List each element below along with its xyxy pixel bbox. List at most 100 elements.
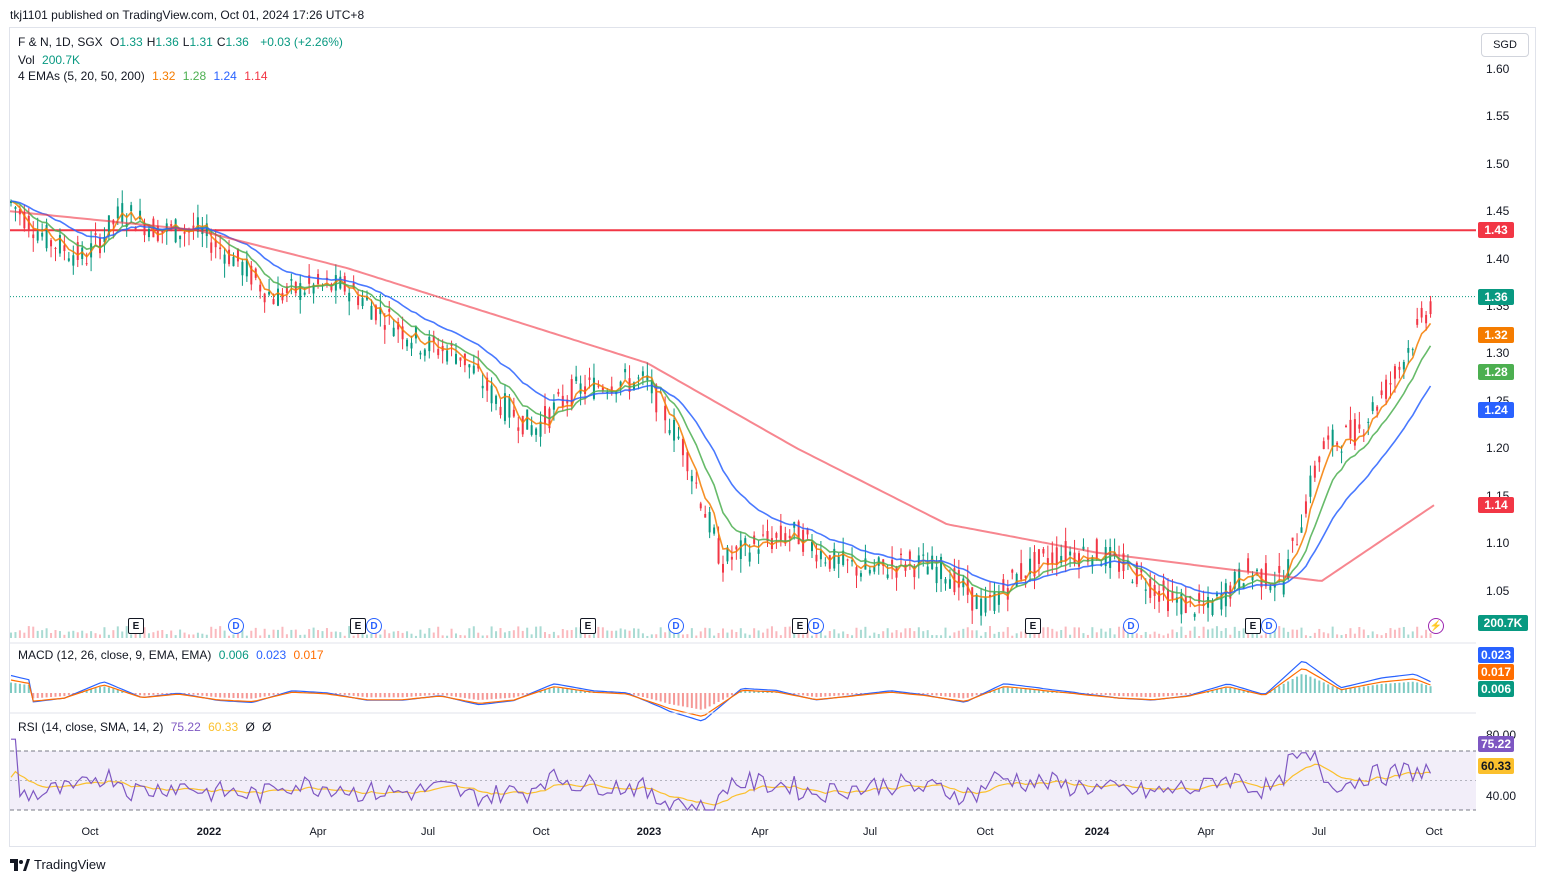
macd-hist-bar — [232, 693, 235, 698]
volume-bar — [294, 629, 297, 638]
volume-bar — [873, 632, 876, 638]
macd-hist-bar — [668, 693, 671, 705]
candle-body — [957, 570, 960, 588]
volume-bar — [90, 631, 93, 638]
volume-bar — [1015, 633, 1018, 638]
volume-bar — [544, 632, 546, 638]
earnings-marker: E — [1245, 618, 1261, 634]
macd-hist-bar — [41, 693, 44, 698]
x-tick-label: Oct — [81, 826, 99, 838]
candle-body — [455, 353, 457, 364]
macd-hist-bar — [392, 693, 395, 698]
macd-hist-bar — [10, 682, 12, 693]
macd-hist-bar — [18, 683, 21, 693]
volume-bar — [414, 635, 417, 638]
volume-badge: 200.7K — [1478, 615, 1528, 631]
price-badge: 1.24 — [1478, 402, 1514, 419]
macd-hist-bar — [277, 693, 279, 695]
volume-bar — [281, 626, 284, 638]
volume-bar — [1171, 629, 1174, 638]
macd-hist-bar — [23, 684, 26, 693]
volume-bar — [1327, 633, 1330, 638]
macd-hist-bar — [263, 693, 266, 697]
volume-bar — [1296, 629, 1299, 638]
tradingview-brand[interactable]: TradingView — [10, 857, 106, 872]
volume-bar — [1002, 631, 1005, 638]
volume-bar — [975, 630, 978, 638]
volume-bar — [259, 635, 262, 638]
volume-bar — [1167, 633, 1169, 638]
volume-bar — [521, 630, 524, 638]
candle-body — [290, 279, 293, 281]
macd-hist-bar — [1162, 693, 1165, 697]
candle-body — [935, 566, 938, 584]
candle-body — [1095, 539, 1098, 559]
macd-hist-bar — [379, 693, 382, 698]
volume-bar — [1086, 634, 1089, 638]
candle-body — [886, 574, 889, 578]
volume-bar — [717, 632, 720, 638]
volume-bar — [1340, 635, 1343, 638]
macd-hist-bar — [681, 693, 684, 707]
volume-bar — [539, 626, 542, 638]
candle-body — [1211, 601, 1214, 615]
macd-hist-bar — [268, 693, 271, 696]
candle-body — [1131, 581, 1134, 583]
candle-body — [788, 535, 791, 539]
y-tick-label: 1.05 — [1486, 583, 1510, 598]
volume-bar — [922, 631, 925, 638]
candle-body — [1416, 319, 1419, 325]
candle-body — [406, 339, 409, 347]
volume-bar — [325, 628, 328, 638]
volume-bar — [303, 634, 306, 638]
candle-body — [1269, 586, 1272, 591]
volume-bar — [1349, 628, 1352, 638]
volume-bar — [1193, 626, 1196, 638]
volume-bar — [437, 626, 440, 638]
candle-body — [1042, 549, 1045, 554]
volume-bar — [406, 631, 409, 638]
candle-body — [50, 240, 53, 247]
volume-bar — [223, 630, 226, 638]
price-chart[interactable] — [0, 0, 1545, 883]
macd-hist-bar — [205, 693, 208, 697]
candle-body — [67, 258, 70, 261]
earnings-marker: E — [128, 618, 144, 634]
brand-label: TradingView — [34, 857, 106, 872]
candle-body — [944, 579, 947, 584]
candle-body — [1429, 301, 1432, 315]
volume-bar — [352, 635, 355, 638]
candle-body — [1300, 527, 1303, 533]
candle-body — [846, 559, 849, 561]
candle-body — [664, 405, 667, 421]
x-tick-label: Jul — [1311, 826, 1327, 838]
candle-body — [85, 263, 88, 265]
volume-bar — [535, 626, 538, 638]
macd-hist-bar — [352, 693, 355, 696]
macd-hist-bar — [259, 693, 262, 698]
macd-hist-bar — [1331, 686, 1334, 693]
volume-bar — [1073, 627, 1076, 638]
macd-hist-bar — [1006, 687, 1009, 693]
candle-body — [779, 525, 782, 541]
candle-body — [1144, 589, 1147, 591]
volume-bar — [601, 627, 604, 638]
candle-body — [361, 298, 364, 307]
volume-bar — [557, 635, 560, 638]
macd-hist-bar — [1336, 688, 1339, 693]
candle-body — [1327, 435, 1330, 440]
volume-bar — [824, 635, 827, 638]
macd-hist-bar — [730, 693, 733, 696]
macd-hist-bar — [161, 693, 164, 695]
macd-hist-bar — [1420, 683, 1423, 693]
volume-bar — [428, 628, 431, 638]
volume-bar — [931, 635, 934, 638]
macd-hist-bar — [1371, 685, 1374, 693]
y-tick-label: 1.60 — [1486, 61, 1510, 76]
macd-hist-bar — [437, 693, 440, 695]
macd-hist-bar — [953, 693, 956, 698]
macd-hist-bar — [67, 693, 70, 695]
volume-bar — [205, 634, 208, 638]
volume-bar — [908, 628, 911, 638]
volume-bar — [895, 630, 898, 638]
